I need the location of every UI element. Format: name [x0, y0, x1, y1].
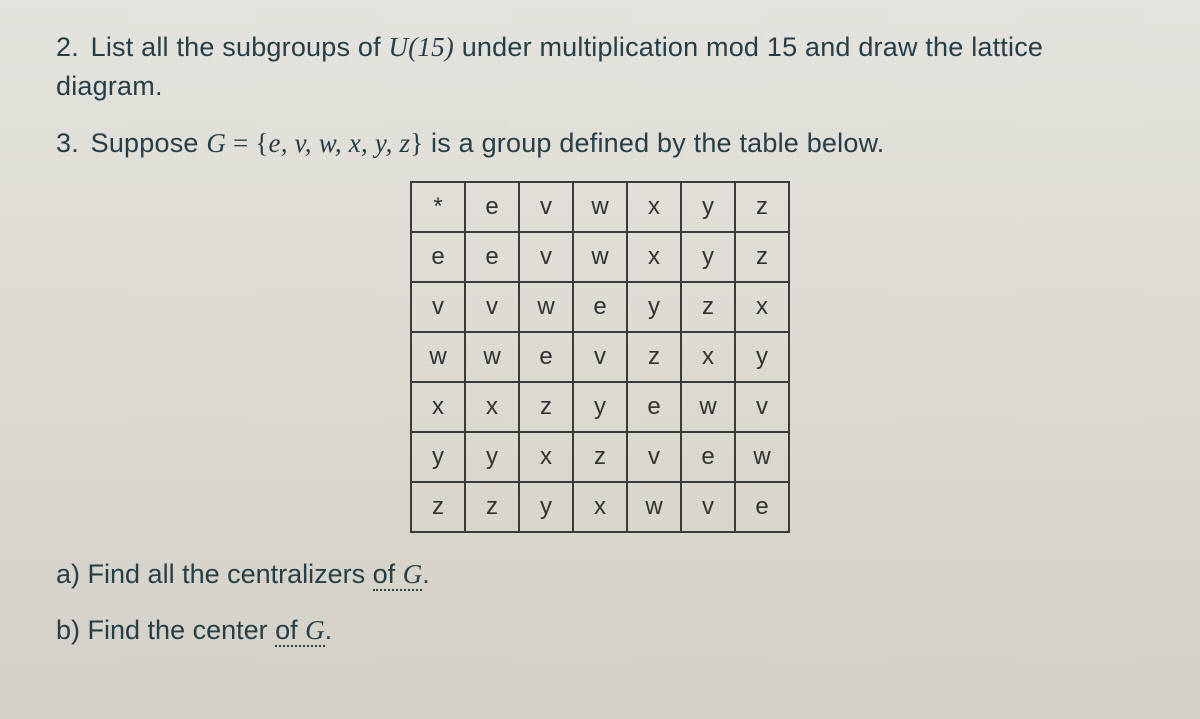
table-row: w w e v z x y: [411, 332, 789, 382]
q3-elements: e, v, w, x, y, z: [269, 128, 411, 158]
question-3: 3. Suppose G = {e, v, w, x, y, z} is a g…: [56, 124, 1144, 163]
table-row: y y x z v e w: [411, 432, 789, 482]
table-cell: x: [735, 282, 789, 332]
table-cell: y: [465, 432, 519, 482]
table-cell: x: [573, 482, 627, 532]
table-cell: z: [465, 482, 519, 532]
table-row-label: w: [411, 332, 465, 382]
table-header-row: * e v w x y z: [411, 182, 789, 232]
q2-ufunc: U(15): [389, 32, 454, 62]
table-cell: e: [627, 382, 681, 432]
table-header-cell: w: [573, 182, 627, 232]
table-corner: *: [411, 182, 465, 232]
page-content: 2. List all the subgroups of U(15) under…: [0, 0, 1200, 690]
table-cell: y: [681, 232, 735, 282]
table-cell: y: [735, 332, 789, 382]
table-row-label: v: [411, 282, 465, 332]
table-cell: z: [735, 232, 789, 282]
table-cell: v: [681, 482, 735, 532]
table-row-label: x: [411, 382, 465, 432]
table-cell: x: [681, 332, 735, 382]
table-row: v v w e y z x: [411, 282, 789, 332]
table-cell: e: [519, 332, 573, 382]
qb-period: .: [325, 615, 333, 645]
q3-set-open: {: [255, 128, 268, 158]
table-cell: z: [573, 432, 627, 482]
table-row-label: z: [411, 482, 465, 532]
qa-underlined-text: of: [373, 559, 403, 589]
qb-text-before: Find the center: [88, 615, 276, 645]
table-cell: x: [627, 232, 681, 282]
table-header-cell: y: [681, 182, 735, 232]
table-cell: e: [681, 432, 735, 482]
q3-text-before: Suppose: [91, 128, 207, 158]
qa-gvar: G: [403, 559, 423, 589]
q3-number: 3.: [56, 128, 79, 158]
qa-text-before: Find all the centralizers: [88, 559, 373, 589]
qa-underlined: of G: [373, 559, 423, 591]
q3-text-after: is a group defined by the table below.: [423, 128, 884, 158]
table-cell: z: [627, 332, 681, 382]
table-cell: w: [681, 382, 735, 432]
qb-underlined: of G: [275, 615, 325, 647]
table-row: x x z y e w v: [411, 382, 789, 432]
table-cell: y: [519, 482, 573, 532]
qb-gvar: G: [305, 615, 325, 645]
table-cell: w: [735, 432, 789, 482]
table-cell: z: [519, 382, 573, 432]
table-cell: w: [465, 332, 519, 382]
qb-label: b): [56, 615, 80, 645]
table-cell: w: [519, 282, 573, 332]
table-cell: v: [735, 382, 789, 432]
table-cell: e: [465, 232, 519, 282]
qb-underlined-text: of: [275, 615, 305, 645]
q3-gvar: G: [206, 128, 226, 158]
table-cell: y: [573, 382, 627, 432]
table-cell: w: [627, 482, 681, 532]
q3-set-close: }: [410, 128, 423, 158]
table-header-cell: e: [465, 182, 519, 232]
table-row-label: y: [411, 432, 465, 482]
table-row: e e v w x y z: [411, 232, 789, 282]
table-header-cell: z: [735, 182, 789, 232]
q2-text-before: List all the subgroups of: [91, 32, 389, 62]
table-cell: z: [681, 282, 735, 332]
table-cell: w: [573, 232, 627, 282]
group-table: * e v w x y z e e v w x y z v v w e: [410, 181, 790, 533]
qa-period: .: [422, 559, 430, 589]
table-header-cell: v: [519, 182, 573, 232]
table-header-cell: x: [627, 182, 681, 232]
group-table-wrap: * e v w x y z e e v w x y z v v w e: [56, 181, 1144, 533]
table-row-label: e: [411, 232, 465, 282]
table-cell: v: [465, 282, 519, 332]
table-cell: y: [627, 282, 681, 332]
question-2: 2. List all the subgroups of U(15) under…: [56, 28, 1144, 106]
question-3a: a) Find all the centralizers of G.: [56, 555, 1144, 594]
table-cell: e: [735, 482, 789, 532]
table-cell: e: [573, 282, 627, 332]
q2-number: 2.: [56, 32, 79, 62]
table-cell: x: [465, 382, 519, 432]
qa-label: a): [56, 559, 80, 589]
q3-equals: =: [226, 128, 255, 158]
table-cell: v: [519, 232, 573, 282]
table-row: z z y x w v e: [411, 482, 789, 532]
table-cell: x: [519, 432, 573, 482]
question-3b: b) Find the center of G.: [56, 611, 1144, 650]
table-cell: v: [627, 432, 681, 482]
table-cell: v: [573, 332, 627, 382]
